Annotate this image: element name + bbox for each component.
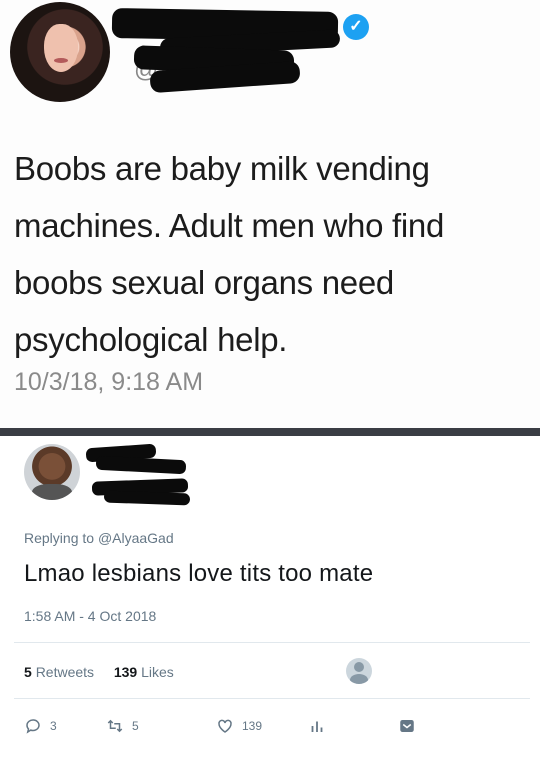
- retweets-stat[interactable]: 5 Retweets: [24, 664, 94, 680]
- user-body: [350, 674, 368, 684]
- avatar-shirt: [32, 484, 72, 500]
- analytics-icon: [311, 721, 323, 732]
- reply-tweet: n Replying to @AlyaaGad Lmao lesbians lo…: [0, 436, 540, 759]
- screenshot-divider: [0, 428, 540, 436]
- tweet-text: Lmao lesbians love tits too mate: [24, 560, 374, 587]
- reply-icon: [26, 719, 40, 734]
- reply-count: 3: [50, 719, 57, 733]
- handle-redaction: [103, 490, 191, 506]
- original-tweet: ✓ @Al__Gad Boobs are baby milk vending m…: [0, 0, 540, 428]
- name-redaction: [95, 455, 187, 475]
- replying-prefix: Replying to: [24, 530, 95, 546]
- likes-stat[interactable]: 139 Likes: [114, 664, 174, 680]
- retweet-icon: [107, 719, 123, 733]
- replying-to: Replying to @AlyaaGad: [24, 530, 174, 546]
- like-button[interactable]: 139: [216, 714, 262, 738]
- chevron-down-icon: [400, 720, 414, 732]
- avatar[interactable]: [24, 444, 80, 500]
- user-head: [354, 662, 364, 672]
- tweet-timestamp[interactable]: 10/3/18, 9:18 AM: [14, 368, 203, 397]
- avatar[interactable]: [10, 2, 110, 102]
- mention-link[interactable]: @AlyaaGad: [98, 530, 174, 546]
- divider: [14, 698, 530, 699]
- verified-badge-icon: ✓: [343, 14, 369, 40]
- dm-button[interactable]: [398, 714, 416, 738]
- tweet-timestamp[interactable]: 1:58 AM - 4 Oct 2018: [24, 608, 156, 624]
- user-avatar-icon[interactable]: [346, 658, 372, 684]
- reply-button[interactable]: 3: [24, 714, 57, 738]
- retweet-count: 5: [132, 719, 139, 733]
- avatar-lips: [54, 58, 68, 63]
- heart-icon: [218, 719, 232, 733]
- retweet-button[interactable]: 5: [106, 714, 139, 738]
- tweet-text: Boobs are baby milk vending machines. Ad…: [14, 150, 445, 358]
- avatar-face: [44, 24, 78, 72]
- divider: [14, 642, 530, 643]
- tweet-stats: 5 Retweets 139 Likes: [24, 664, 174, 680]
- action-bar: 3 5 139: [0, 714, 540, 744]
- analytics-button[interactable]: [308, 714, 326, 738]
- like-count: 139: [242, 719, 263, 733]
